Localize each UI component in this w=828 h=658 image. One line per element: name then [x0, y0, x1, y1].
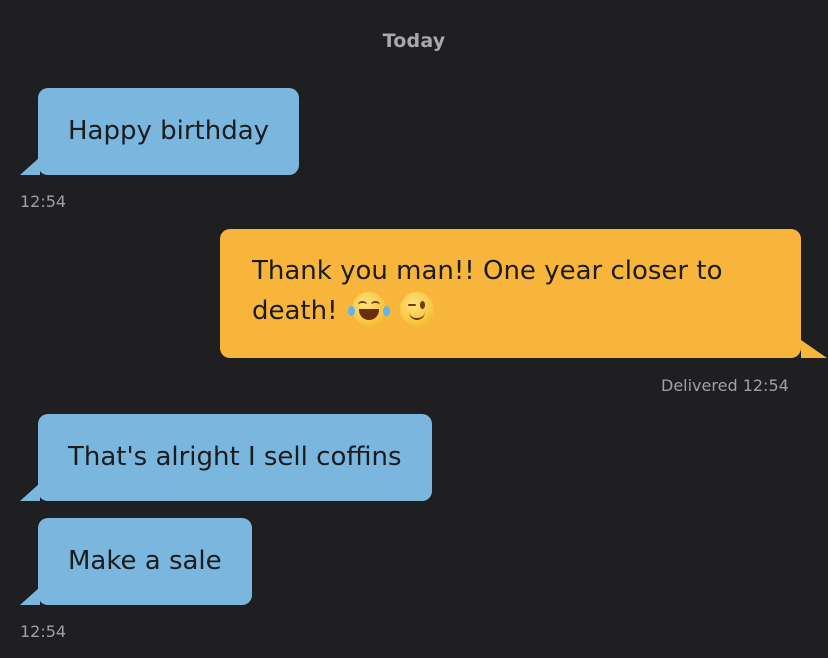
- message-timestamp: 12:54: [20, 622, 67, 641]
- delivery-status: Delivered: [661, 376, 738, 395]
- message-text: Thank you man!! One year closer to death…: [252, 256, 723, 326]
- message-bubble-outgoing[interactable]: Thank you man!! One year closer to death…: [220, 229, 827, 358]
- message-timestamp: 12:54: [20, 192, 67, 211]
- message-text: That's alright I sell coffins: [68, 442, 402, 472]
- message-meta: Delivered 12:54: [661, 376, 789, 395]
- face-with-tears-of-joy-icon: [347, 292, 390, 326]
- message-bubble-incoming[interactable]: That's alright I sell coffins: [20, 414, 432, 501]
- winking-face-icon: [400, 292, 435, 326]
- message-timestamp: 12:54: [742, 376, 789, 395]
- message-bubble-incoming[interactable]: Happy birthday: [19, 88, 300, 175]
- message-bubble-incoming[interactable]: Make a sale: [20, 518, 252, 605]
- message-text: Happy birthday: [68, 116, 270, 146]
- chat-screen: Today Happy birthday 12:54 Thank you man…: [0, 0, 828, 658]
- day-separator: Today: [382, 30, 446, 52]
- message-text: Make a sale: [68, 546, 222, 576]
